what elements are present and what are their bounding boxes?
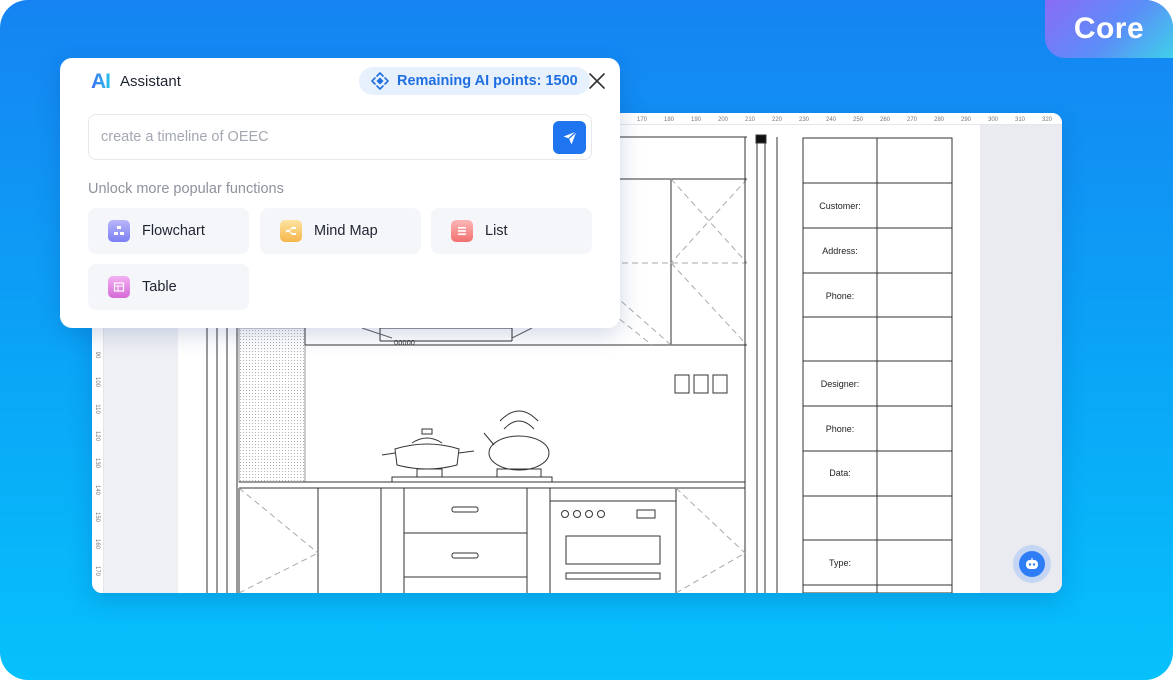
background: Core 170 180 190 200 210 220 230 240 250 260 270 28…	[0, 0, 1173, 680]
base-cabinets	[238, 487, 746, 593]
table-button[interactable]: Table	[88, 264, 249, 310]
oven	[550, 500, 676, 580]
title-block-label: Data:	[829, 468, 851, 478]
ai-points-icon	[371, 72, 389, 90]
range-hood	[361, 327, 533, 342]
mind-map-icon	[280, 220, 302, 242]
send-icon	[563, 130, 577, 144]
tile-backsplash	[238, 327, 306, 483]
title-block-label: Phone:	[826, 424, 855, 434]
tall-cabinet	[744, 134, 778, 593]
prompt-input[interactable]	[101, 115, 541, 159]
list-label: List	[485, 223, 508, 239]
prompt-box	[88, 114, 592, 160]
ai-assistant-panel: AI Assistant Remaining AI points: 1500 c…	[60, 58, 620, 328]
table-label: Table	[142, 279, 177, 295]
cooktop	[391, 476, 553, 483]
title-block-label: Type:	[829, 558, 851, 568]
close-icon[interactable]	[587, 71, 607, 91]
core-badge: Core	[1045, 0, 1173, 58]
ai-logo-icon: AI	[91, 70, 111, 93]
assistant-title: Assistant	[120, 73, 181, 90]
robot-icon	[1019, 551, 1045, 577]
unlock-functions-label: Unlock more popular functions	[88, 181, 284, 197]
list-button[interactable]: List	[431, 208, 592, 254]
title-block-label: Address:	[822, 246, 858, 256]
flowchart-icon	[108, 220, 130, 242]
title-block-label: Designer:	[821, 379, 860, 389]
mind-map-button[interactable]: Mind Map	[260, 208, 421, 254]
mind-map-label: Mind Map	[314, 223, 378, 239]
title-block-label: Customer:	[819, 201, 861, 211]
core-badge-label: Core	[1073, 12, 1145, 45]
table-icon	[108, 276, 130, 298]
wok	[381, 428, 475, 478]
title-block-labels: Customer: Address: Phone: Designer: Phon…	[819, 201, 861, 568]
kettle	[483, 410, 550, 478]
title-block-label: Phone:	[826, 291, 855, 301]
list-icon	[451, 220, 473, 242]
wall-outlets	[674, 374, 728, 394]
countertop	[239, 481, 745, 489]
left-wall	[206, 328, 238, 593]
flowchart-label: Flowchart	[142, 223, 205, 239]
send-button[interactable]	[553, 121, 586, 154]
flowchart-button[interactable]: Flowchart	[88, 208, 249, 254]
remaining-points-label: Remaining AI points: 1500	[397, 73, 578, 89]
assistant-header: AI Assistant Remaining AI points: 1500	[60, 58, 620, 104]
remaining-points-badge: Remaining AI points: 1500	[359, 67, 590, 95]
hood-knobs-text: OOOOO	[394, 340, 415, 348]
ai-robot-button[interactable]	[1013, 545, 1051, 583]
